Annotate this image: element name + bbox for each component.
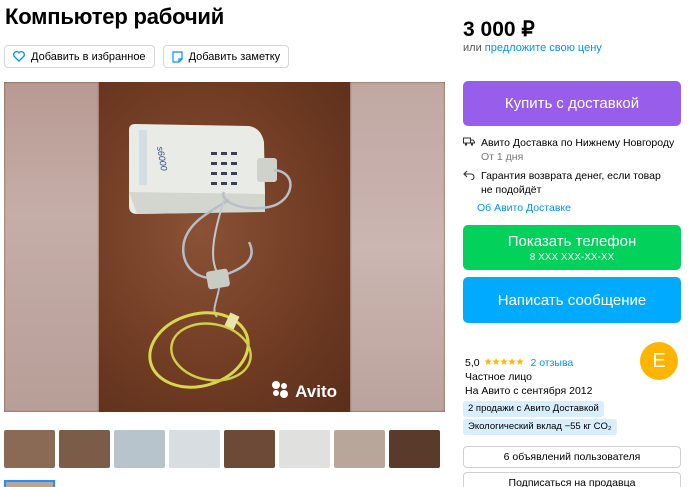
thumb-scanner[interactable] bbox=[389, 430, 440, 468]
listing-title: Компьютер рабочий bbox=[5, 4, 225, 29]
price: 3 000 ₽ bbox=[463, 18, 535, 41]
price-offer-prefix: или bbox=[463, 42, 482, 54]
thumb-monitor-1[interactable] bbox=[4, 430, 55, 468]
thumb-mouse[interactable] bbox=[224, 430, 275, 468]
add-to-favorites-label: Добавить в избранное bbox=[31, 50, 146, 63]
offer-price-link[interactable]: предложите свою цену bbox=[485, 42, 602, 54]
main-photo[interactable]: s6000 bbox=[99, 82, 350, 412]
thumb-keyboard[interactable] bbox=[279, 430, 330, 468]
phone-number-masked: 8 XXX XXX-XX-XX bbox=[529, 251, 615, 263]
buy-with-delivery-button[interactable]: Купить с доставкой bbox=[463, 81, 681, 126]
add-note-label: Добавить заметку bbox=[188, 50, 281, 63]
thumb-screen[interactable] bbox=[114, 430, 165, 468]
seller-avatar[interactable]: E bbox=[640, 342, 678, 380]
modem-image: s6000 bbox=[129, 124, 292, 389]
seller-type: Частное лицо bbox=[465, 371, 533, 383]
avito-watermark: Avito bbox=[270, 379, 337, 404]
eco-badge: Экологический вклад −55 кг CO₂ bbox=[463, 419, 617, 435]
show-phone-label: Показать телефон bbox=[507, 232, 637, 250]
about-delivery-link[interactable]: Об Авито Доставке bbox=[477, 202, 571, 214]
reviews-link[interactable]: 2 отзыва bbox=[530, 356, 573, 370]
add-to-favorites-button[interactable]: Добавить в избранное bbox=[4, 45, 155, 68]
photo-gallery[interactable]: s6000 Avito bbox=[4, 82, 445, 412]
money-back-text: Гарантия возврата денег, если товар не п… bbox=[481, 170, 661, 196]
note-icon bbox=[171, 50, 183, 63]
add-note-button[interactable]: Добавить заметку bbox=[162, 45, 290, 68]
money-back-info: Гарантия возврата денег, если товар не п… bbox=[463, 169, 673, 197]
thumb-panel[interactable] bbox=[169, 430, 220, 468]
user-listings-label: 6 объявлений пользователя bbox=[503, 451, 641, 463]
gallery-blur-right bbox=[350, 82, 445, 412]
thumbnail-strip bbox=[4, 430, 440, 468]
heart-icon bbox=[13, 51, 25, 62]
subscribe-seller-label: Подписаться на продавца bbox=[508, 477, 636, 487]
show-phone-button[interactable]: Показать телефон 8 XXX XXX-XX-XX bbox=[463, 225, 681, 270]
seller-since: На Авито с сентября 2012 bbox=[465, 385, 593, 397]
thumb-tower[interactable] bbox=[334, 430, 385, 468]
buy-button-label: Купить с доставкой bbox=[504, 95, 640, 112]
thumb-monitor-2[interactable] bbox=[59, 430, 110, 468]
write-message-button[interactable]: Написать сообщение bbox=[463, 277, 681, 323]
return-arrow-icon bbox=[463, 169, 475, 197]
gallery-blur-left bbox=[4, 82, 99, 412]
listing-actions: Добавить в избранное Добавить заметку bbox=[4, 45, 290, 68]
rating-stars-icon: ★★★★★ bbox=[483, 357, 525, 368]
write-message-label: Написать сообщение bbox=[497, 291, 647, 309]
price-offer: или предложите свою цену bbox=[463, 42, 602, 54]
truck-icon bbox=[463, 136, 475, 164]
seller-rating: 5,0 bbox=[465, 357, 480, 369]
delivery-text: Авито Доставка по Нижнему Новгороду bbox=[481, 137, 675, 149]
thumbnail-selected[interactable] bbox=[4, 480, 55, 487]
watermark-text: Avito bbox=[295, 381, 337, 401]
seller-info: 5,0 ★★★★★ 2 отзыва Частное лицо На Авито… bbox=[465, 356, 592, 398]
avito-logo-icon bbox=[270, 379, 290, 404]
delivery-sales-badge: 2 продажи с Авито Доставкой bbox=[463, 401, 604, 417]
delivery-info: Авито Доставка по Нижнему Новгороду От 1… bbox=[463, 136, 674, 164]
subscribe-seller-button[interactable]: Подписаться на продавца bbox=[463, 472, 681, 487]
user-listings-button[interactable]: 6 объявлений пользователя bbox=[463, 446, 681, 468]
delivery-time: От 1 дня bbox=[481, 151, 524, 163]
